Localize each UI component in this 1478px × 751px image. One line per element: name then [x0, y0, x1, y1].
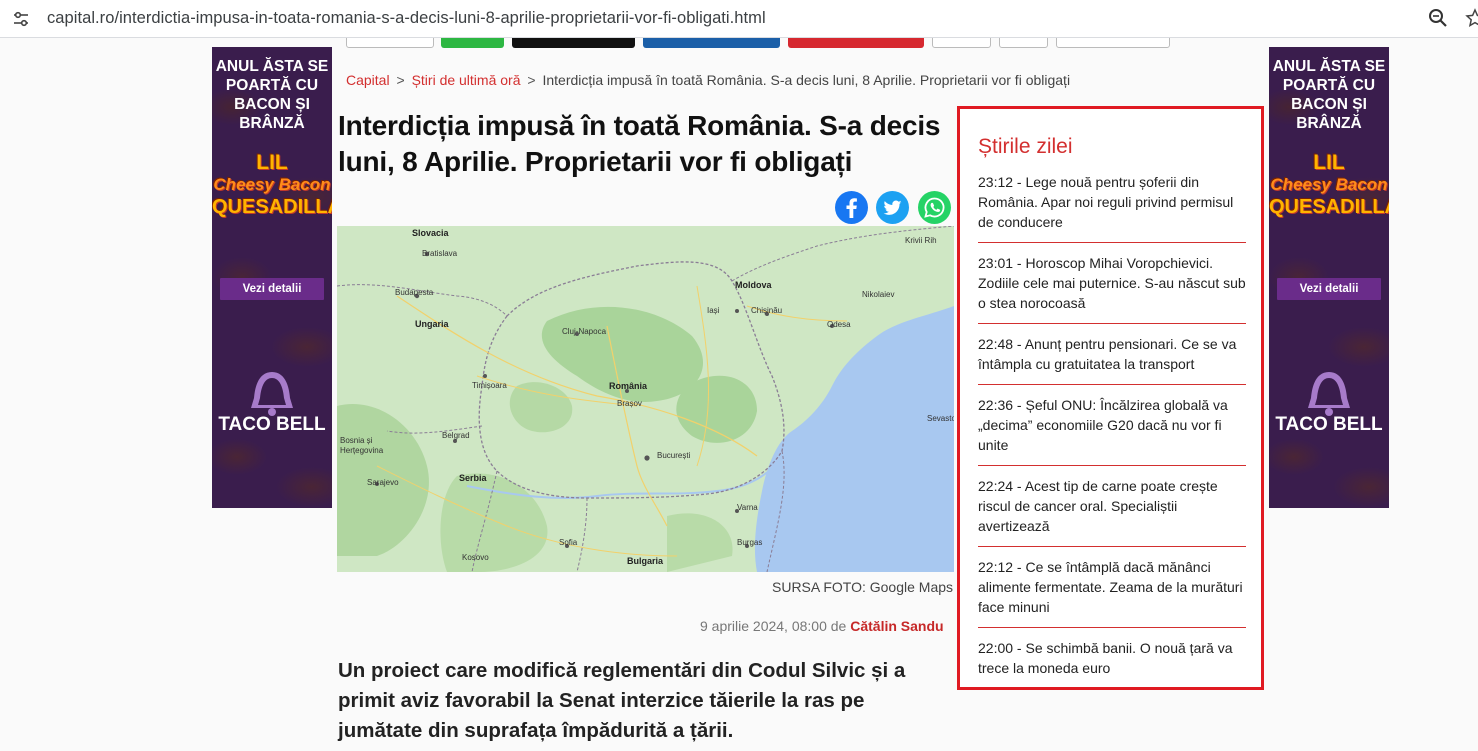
map-label: Timișoara: [472, 381, 507, 390]
map-label: Brașov: [617, 399, 642, 408]
map-label: București: [657, 451, 691, 460]
map-label: Sevastopol: [927, 414, 954, 423]
right-ad-banner[interactable]: ANUL ĂSTA SE POARTĂ CU BACON ȘI BRÂNZĂ L…: [1269, 47, 1389, 508]
map-label: Budapesta: [395, 288, 434, 297]
map-label: Varna: [737, 503, 758, 512]
map-label: Nikolaiev: [862, 290, 895, 299]
map-label: Burgas: [737, 538, 763, 547]
ad-product-name: LIL Cheesy Bacon QUESADILLA: [1269, 151, 1389, 219]
share-strip-button[interactable]: [1056, 38, 1170, 48]
ad-brand: TACO BELL: [1275, 414, 1383, 435]
map-label: Ungaria: [415, 319, 449, 329]
sidebar-title: Știrile zilei: [978, 135, 1073, 158]
url-text[interactable]: capital.ro/interdictia-impusa-in-toata-r…: [47, 9, 766, 28]
map-label: Sarajevo: [367, 478, 399, 487]
breadcrumb-section-link[interactable]: Știri de ultimă oră: [412, 72, 521, 88]
taco-bell-logo-icon: [1308, 372, 1350, 416]
news-item[interactable]: 22:00 - Se schimbă banii. O nouă țară va…: [978, 638, 1246, 688]
map-label: Serbia: [459, 473, 487, 483]
article-map-image: Slovacia Bratislava Budapesta Ungaria Cl…: [337, 226, 954, 572]
map-label: Cluj-Napoca: [562, 327, 607, 336]
map-label: România: [609, 381, 648, 391]
news-item[interactable]: 22:36 - Șeful ONU: Încălzirea globală va…: [978, 395, 1246, 466]
map-label: Bosnia și Herțegovina: [340, 436, 384, 455]
map-label: Sofia: [559, 538, 578, 547]
share-strip-button[interactable]: [441, 38, 504, 48]
ad-headline: ANUL ĂSTA SE POARTĂ CU BACON ȘI BRÂNZĂ: [1272, 58, 1386, 132]
map-label: Bratislava: [422, 249, 458, 258]
whatsapp-share-button[interactable]: [918, 191, 951, 224]
article-date: 9 aprilie 2024, 08:00 de: [700, 618, 847, 634]
map-label: Chișinău: [751, 306, 783, 315]
ad-cta-button[interactable]: Vezi detalii: [220, 278, 324, 300]
zoom-icon[interactable]: [1427, 7, 1449, 29]
map-label: Belgrad: [442, 431, 470, 440]
map-label: Bulgaria: [627, 556, 664, 566]
facebook-share-button[interactable]: [835, 191, 868, 224]
taco-bell-logo-icon: [251, 372, 293, 416]
news-item[interactable]: 23:12 - Lege nouă pentru șoferii din Rom…: [978, 172, 1246, 243]
map-label: Krivii Rih: [905, 236, 937, 245]
ad-brand: TACO BELL: [218, 414, 326, 435]
news-sidebar: Știrile zilei 23:12 - Lege nouă pentru ș…: [957, 106, 1264, 690]
address-bar: capital.ro/interdictia-impusa-in-toata-r…: [0, 0, 1478, 38]
news-list: 23:12 - Lege nouă pentru șoferii din Rom…: [978, 172, 1246, 698]
article-byline: 9 aprilie 2024, 08:00 de Cătălin Sandu: [700, 618, 944, 634]
article-lead: Un proiect care modifică reglementări di…: [338, 659, 906, 742]
facebook-icon: [846, 198, 857, 218]
twitter-share-button[interactable]: [876, 191, 909, 224]
author-link[interactable]: Cătălin Sandu: [850, 618, 943, 634]
map-graphic: [337, 226, 954, 572]
whatsapp-icon: [924, 197, 945, 218]
share-strip-button[interactable]: [643, 38, 780, 48]
breadcrumb-home-link[interactable]: Capital: [346, 72, 390, 88]
news-item[interactable]: 22:12 - Ce se întâmplă dacă mănânci alim…: [978, 557, 1246, 628]
ad-cta-button[interactable]: Vezi detalii: [1277, 278, 1381, 300]
map-label: Slovacia: [412, 228, 449, 238]
news-item[interactable]: 22:48 - Anunț pentru pensionari. Ce se v…: [978, 334, 1246, 385]
news-item[interactable]: 22:24 - Acest tip de carne poate crește …: [978, 476, 1246, 547]
share-strip-button[interactable]: [788, 38, 924, 48]
share-strip-button[interactable]: [932, 38, 991, 48]
breadcrumb: Capital > Știri de ultimă oră > Interdic…: [346, 72, 1071, 88]
article-title: Interdicția impusă în toată România. S-a…: [338, 110, 941, 177]
left-ad-banner[interactable]: ANUL ĂSTA SE POARTĂ CU BACON ȘI BRÂNZĂ L…: [212, 47, 332, 508]
bookmark-star-icon[interactable]: [1465, 8, 1478, 28]
share-strip-button[interactable]: [999, 38, 1048, 48]
page-content: ANUL ĂSTA SE POARTĂ CU BACON ȘI BRÂNZĂ L…: [0, 38, 1478, 751]
news-item[interactable]: 23:01 - Horoscop Mihai Voropchievici. Zo…: [978, 253, 1246, 324]
photo-credit: SURSA FOTO: Google Maps: [772, 579, 954, 595]
map-label: Kosovo: [462, 553, 489, 562]
share-strip-button[interactable]: [346, 38, 434, 48]
breadcrumb-current: Interdicția impusă în toată România. S-a…: [542, 72, 1071, 88]
map-label: Iași: [707, 306, 720, 315]
ad-headline: ANUL ĂSTA SE POARTĂ CU BACON ȘI BRÂNZĂ: [215, 58, 329, 132]
map-label: Odesa: [827, 320, 851, 329]
map-label: Moldova: [735, 280, 772, 290]
share-strip-button[interactable]: [512, 38, 635, 48]
ad-product-name: LIL Cheesy Bacon QUESADILLA: [212, 151, 332, 219]
site-info-icon[interactable]: [10, 8, 32, 30]
twitter-icon: [883, 200, 902, 215]
